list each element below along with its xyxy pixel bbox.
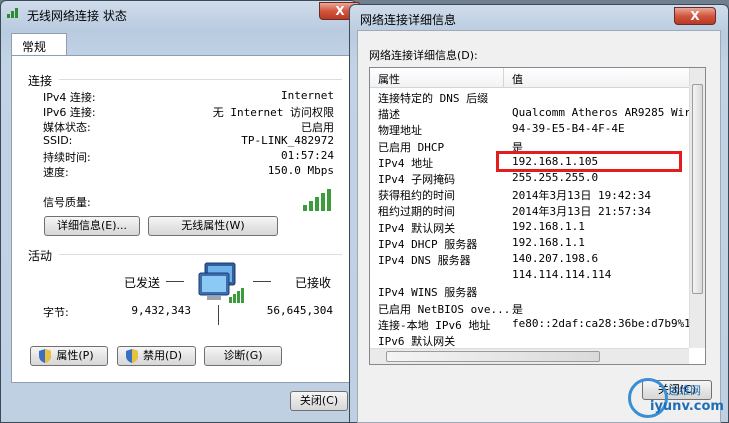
diagnose-button[interactable]: 诊断(G) xyxy=(204,346,282,366)
status-titlebar[interactable]: 无线网络连接 状态 X xyxy=(1,1,361,27)
detail-row-property: 获得租约的时间 xyxy=(378,189,455,203)
sent-line xyxy=(166,281,184,282)
detail-row-property: 已启用 DHCP xyxy=(378,140,445,154)
properties-button-label: 属性(P) xyxy=(56,349,94,362)
network-icon xyxy=(7,6,21,18)
connection-row-value: 已启用 xyxy=(301,121,334,134)
connection-row-value: 无 Internet 访问权限 xyxy=(212,106,334,119)
activity-divider xyxy=(59,254,342,255)
connection-row-value: TP-LINK_482972 xyxy=(241,134,334,147)
detail-row-property: IPv4 默认网关 xyxy=(378,221,456,235)
bytes-label: 字节: xyxy=(43,306,69,319)
column-header-property[interactable]: 属性 xyxy=(378,71,400,87)
connection-row-label: 持续时间: xyxy=(43,151,91,164)
received-line xyxy=(253,281,271,282)
details-title: 网络连接详细信息 xyxy=(360,13,457,27)
connection-divider xyxy=(59,79,342,80)
connection-row-label: 速度: xyxy=(43,166,69,179)
activity-connector-line xyxy=(218,305,219,325)
column-divider[interactable] xyxy=(503,68,504,88)
tab-general[interactable]: 常规 xyxy=(11,33,67,57)
activity-heading: 活动 xyxy=(28,249,53,263)
detail-row-value: fe80::2daf:ca28:36be:d7b9%11 xyxy=(512,316,698,330)
detail-row-property: IPv4 WINS 服务器 xyxy=(378,286,478,300)
watermark-text: iyunv.com xyxy=(650,399,724,414)
detail-row-property: IPv4 地址 xyxy=(378,156,434,170)
shield-icon xyxy=(126,349,138,369)
detail-row-value: 192.168.1.1 xyxy=(512,235,585,249)
connection-row-label: IPv4 连接: xyxy=(43,91,96,104)
detail-row-value: 255.255.255.0 xyxy=(512,171,599,184)
disable-button-label: 禁用(D) xyxy=(142,349,183,362)
details-caption: 网络连接详细信息(D): xyxy=(369,49,478,62)
sent-label: 已发送 xyxy=(124,276,161,290)
connection-row-value: 01:57:24 xyxy=(281,149,334,162)
detail-row-value: 192.168.1.1 xyxy=(512,219,585,233)
properties-button[interactable]: 属性(P) xyxy=(30,346,108,366)
detail-row-value: 2014年3月13日 21:57:34 xyxy=(512,205,651,219)
ipv4-highlight-box xyxy=(496,151,682,172)
connection-row-label: 媒体状态: xyxy=(43,121,91,134)
horizontal-scrollbar[interactable] xyxy=(370,348,689,364)
column-header-value[interactable]: 值 xyxy=(512,71,523,87)
details-listview[interactable]: 属性 值 连接特定的 DNS 后缀 描述 Qualcomm Atheros AR92… xyxy=(369,67,706,365)
detail-row-property: 连接特定的 DNS 后缀 xyxy=(378,92,489,105)
bytes-sent-value: 9,432,343 xyxy=(131,304,191,317)
connection-row-label: SSID: xyxy=(43,134,73,147)
detail-row-value: 114.114.114.114 xyxy=(512,268,612,282)
connection-heading: 连接 xyxy=(28,74,53,88)
detail-row-property: 连接-本地 IPv6 地址 xyxy=(378,318,491,332)
wireless-status-window: 无线网络连接 状态 X 常规 连接 IPv4 连接: Internet IPv6 连… xyxy=(0,0,361,423)
detail-row-property: 租约过期的时间 xyxy=(378,205,455,219)
status-close-button[interactable]: 关闭(C) xyxy=(290,391,348,411)
vertical-scroll-thumb[interactable] xyxy=(692,84,703,294)
network-computer-icon xyxy=(197,261,247,310)
watermark-brand: 运维网 xyxy=(668,384,701,397)
signal-label: 信号质量: xyxy=(43,196,91,209)
status-title: 无线网络连接 状态 xyxy=(27,9,127,23)
disable-button[interactable]: 禁用(D) xyxy=(117,346,196,366)
details-close-x-button[interactable]: X xyxy=(674,7,716,25)
connection-row-label: IPv6 连接: xyxy=(43,106,96,119)
detail-row-property: 物理地址 xyxy=(378,124,422,138)
detail-row-property: IPv4 子网掩码 xyxy=(378,173,456,186)
shield-icon xyxy=(39,349,51,369)
connection-row-value: 150.0 Mbps xyxy=(267,164,334,177)
detail-row-property: 已启用 NetBIOS ove... xyxy=(378,302,511,316)
detail-row-property: IPv4 DNS 服务器 xyxy=(378,254,471,267)
details-button[interactable]: 详细信息(E)... xyxy=(44,216,140,236)
signal-bars-icon xyxy=(303,189,335,214)
horizontal-scroll-thumb[interactable] xyxy=(386,351,600,362)
details-list-header: 属性 值 xyxy=(370,68,705,88)
bytes-received-value: 56,645,304 xyxy=(266,304,333,317)
details-titlebar[interactable]: 网络连接详细信息 X xyxy=(350,5,728,31)
received-label: 已接收 xyxy=(295,276,332,290)
wireless-properties-button[interactable]: 无线属性(W) xyxy=(148,216,278,236)
detail-row-value: 2014年3月13日 19:42:34 xyxy=(512,189,651,203)
detail-row-value: 94-39-E5-B4-4F-4E xyxy=(512,122,625,136)
detail-row-value: 是 xyxy=(512,302,523,316)
detail-row-property: IPv4 DHCP 服务器 xyxy=(378,237,478,251)
detail-row-property: 描述 xyxy=(378,108,400,122)
connection-row-value: Internet xyxy=(281,89,334,102)
detail-row-value: 140.207.198.6 xyxy=(512,252,599,265)
detail-row-property: IPv6 默认网关 xyxy=(378,335,456,348)
vertical-scrollbar[interactable] xyxy=(689,68,705,348)
detail-row-value: Qualcomm Atheros AR9285 Wirele xyxy=(512,106,706,120)
